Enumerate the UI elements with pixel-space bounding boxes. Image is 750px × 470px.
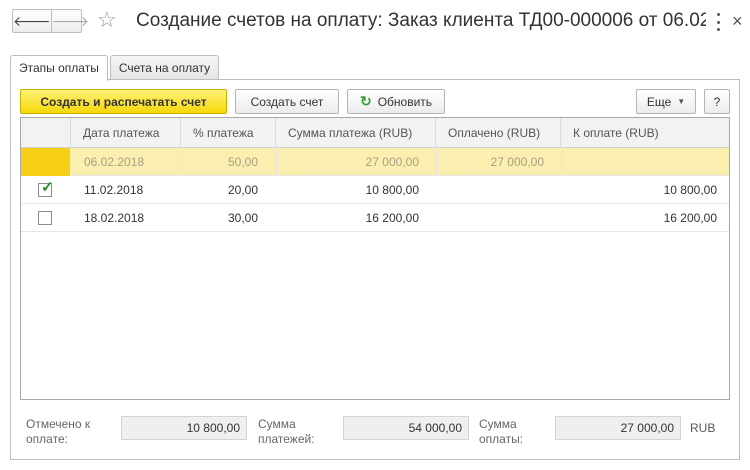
back-button[interactable]: 🡐 — [13, 10, 52, 32]
column-header-to-pay[interactable]: К оплате (RUB) — [561, 118, 729, 148]
row-date: 11.02.2018 — [84, 183, 144, 197]
more-button-label: Еще — [646, 94, 672, 109]
navigation-buttons: 🡐 🡒 — [12, 9, 89, 33]
payments-total-label: Сумма платежей: — [258, 417, 315, 446]
more-menu-icon[interactable] — [712, 13, 724, 31]
payments-total-field: 54 000,00 — [343, 416, 469, 440]
refresh-button[interactable]: ↻ Обновить — [347, 89, 445, 114]
forward-button[interactable]: 🡒 — [52, 10, 90, 32]
marked-to-pay-label: Отмечено к оплате: — [26, 417, 91, 446]
row-checkbox[interactable]: ✓ — [38, 179, 54, 197]
row-percent: 30,00 — [227, 211, 258, 225]
table-row[interactable]: 18.02.2018 30,00 16 200,00 16 200,00 — [21, 204, 729, 232]
payment-stages-table: Дата платежа % платежа Сумма платежа (RU… — [20, 117, 730, 400]
close-icon[interactable]: × — [732, 9, 743, 33]
title-bar: 🡐 🡒 ☆ Создание счетов на оплату: Заказ к… — [0, 0, 750, 44]
row-percent: 20,00 — [227, 183, 258, 197]
refresh-button-label: Обновить — [377, 94, 433, 109]
refresh-icon: ↻ — [359, 93, 372, 109]
create-and-print-invoice-button[interactable]: Создать и распечатать счет — [20, 89, 227, 114]
column-header-paid[interactable]: Оплачено (RUB) — [436, 118, 561, 148]
checkmark-icon: ✓ — [41, 179, 54, 196]
caret-down-icon: ▼ — [677, 97, 686, 106]
currency-label: RUB — [690, 421, 716, 435]
row-paid — [436, 176, 544, 204]
column-header-percent[interactable]: % платежа — [181, 118, 276, 148]
paid-total-label: Сумма оплаты: — [479, 417, 524, 446]
arrow-left-icon: 🡐 — [13, 12, 51, 29]
more-button[interactable]: Еще ▼ — [636, 89, 696, 114]
current-row-marker — [21, 148, 70, 176]
tab-bar: Этапы оплаты Счета на оплату — [10, 55, 221, 81]
row-amount: 27 000,00 — [365, 155, 419, 169]
row-to-pay — [561, 148, 717, 176]
column-header-date[interactable]: Дата платежа — [71, 118, 181, 148]
row-paid — [436, 204, 544, 232]
row-checkbox[interactable] — [38, 211, 52, 225]
arrow-right-icon: 🡒 — [51, 12, 90, 29]
favorite-star-icon[interactable]: ☆ — [97, 8, 117, 32]
row-to-pay: 16 200,00 — [663, 211, 717, 225]
table-row[interactable]: 06.02.2018 50,00 27 000,00 27 000,00 — [21, 148, 729, 176]
row-amount: 16 200,00 — [365, 211, 419, 225]
row-paid: 27 000,00 — [490, 155, 544, 169]
tab-invoices[interactable]: Счета на оплату — [109, 55, 220, 80]
table-header: Дата платежа % платежа Сумма платежа (RU… — [21, 118, 729, 148]
row-percent: 50,00 — [227, 155, 258, 169]
row-date: 18.02.2018 — [84, 211, 145, 225]
column-header-amount[interactable]: Сумма платежа (RUB) — [276, 118, 436, 148]
column-header-check — [21, 118, 71, 148]
help-button[interactable]: ? — [704, 89, 730, 114]
row-date: 06.02.2018 — [84, 155, 145, 169]
row-amount: 10 800,00 — [365, 183, 419, 197]
table-row[interactable]: ✓ 11.02.2018 20,00 10 800,00 10 800,00 — [21, 176, 729, 204]
paid-total-field: 27 000,00 — [555, 416, 681, 440]
tab-payment-stages[interactable]: Этапы оплаты — [10, 55, 108, 81]
marked-to-pay-field: 10 800,00 — [121, 416, 247, 440]
window-title: Создание счетов на оплату: Заказ клиента… — [136, 10, 706, 31]
row-to-pay: 10 800,00 — [663, 183, 717, 197]
create-invoice-button[interactable]: Создать счет — [235, 89, 339, 114]
